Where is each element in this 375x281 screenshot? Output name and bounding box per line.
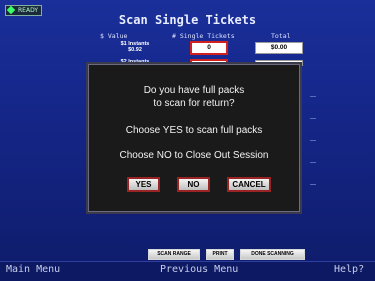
no-button[interactable]: NO: [177, 177, 210, 192]
row-total-value: $0.00: [255, 42, 303, 54]
row-divider: [310, 184, 316, 185]
cancel-button[interactable]: CANCEL: [227, 177, 271, 192]
dialog-yes-instruction: Choose YES to scan full packs: [125, 125, 263, 136]
row-divider: [310, 96, 316, 97]
lottery-terminal-screen: READY Scan Single Tickets $ Value # Sing…: [0, 0, 375, 281]
row-divider: [310, 118, 316, 119]
page-title: Scan Single Tickets: [118, 13, 257, 27]
row-divider: [310, 140, 316, 141]
previous-menu-link[interactable]: Previous Menu: [160, 264, 238, 275]
row-divider: [310, 162, 316, 163]
dialog-question-line2: to scan for return?: [153, 98, 235, 109]
done-scanning-button[interactable]: DONE SCANNING: [240, 249, 305, 260]
dialog-no-instruction: Choose NO to Close Out Session: [119, 150, 269, 161]
print-button[interactable]: PRINT: [206, 249, 234, 260]
full-packs-dialog: Do you have full packs to scan for retur…: [88, 64, 300, 212]
single-ticket-count-input[interactable]: 0: [190, 41, 228, 55]
scan-range-button[interactable]: SCAN RANGE: [148, 249, 200, 260]
column-header-value: $ Value: [100, 32, 128, 40]
column-header-count: # Single Tickets: [172, 32, 235, 40]
row-label-price: $0.92: [128, 47, 142, 53]
main-menu-link[interactable]: Main Menu: [6, 264, 60, 275]
yes-button[interactable]: YES: [127, 177, 160, 192]
column-header-total: Total: [271, 32, 291, 40]
help-link[interactable]: Help?: [334, 264, 364, 275]
row-label: $1 Instants $0.92: [95, 41, 175, 53]
dialog-question-line1: Do you have full packs: [143, 85, 245, 96]
